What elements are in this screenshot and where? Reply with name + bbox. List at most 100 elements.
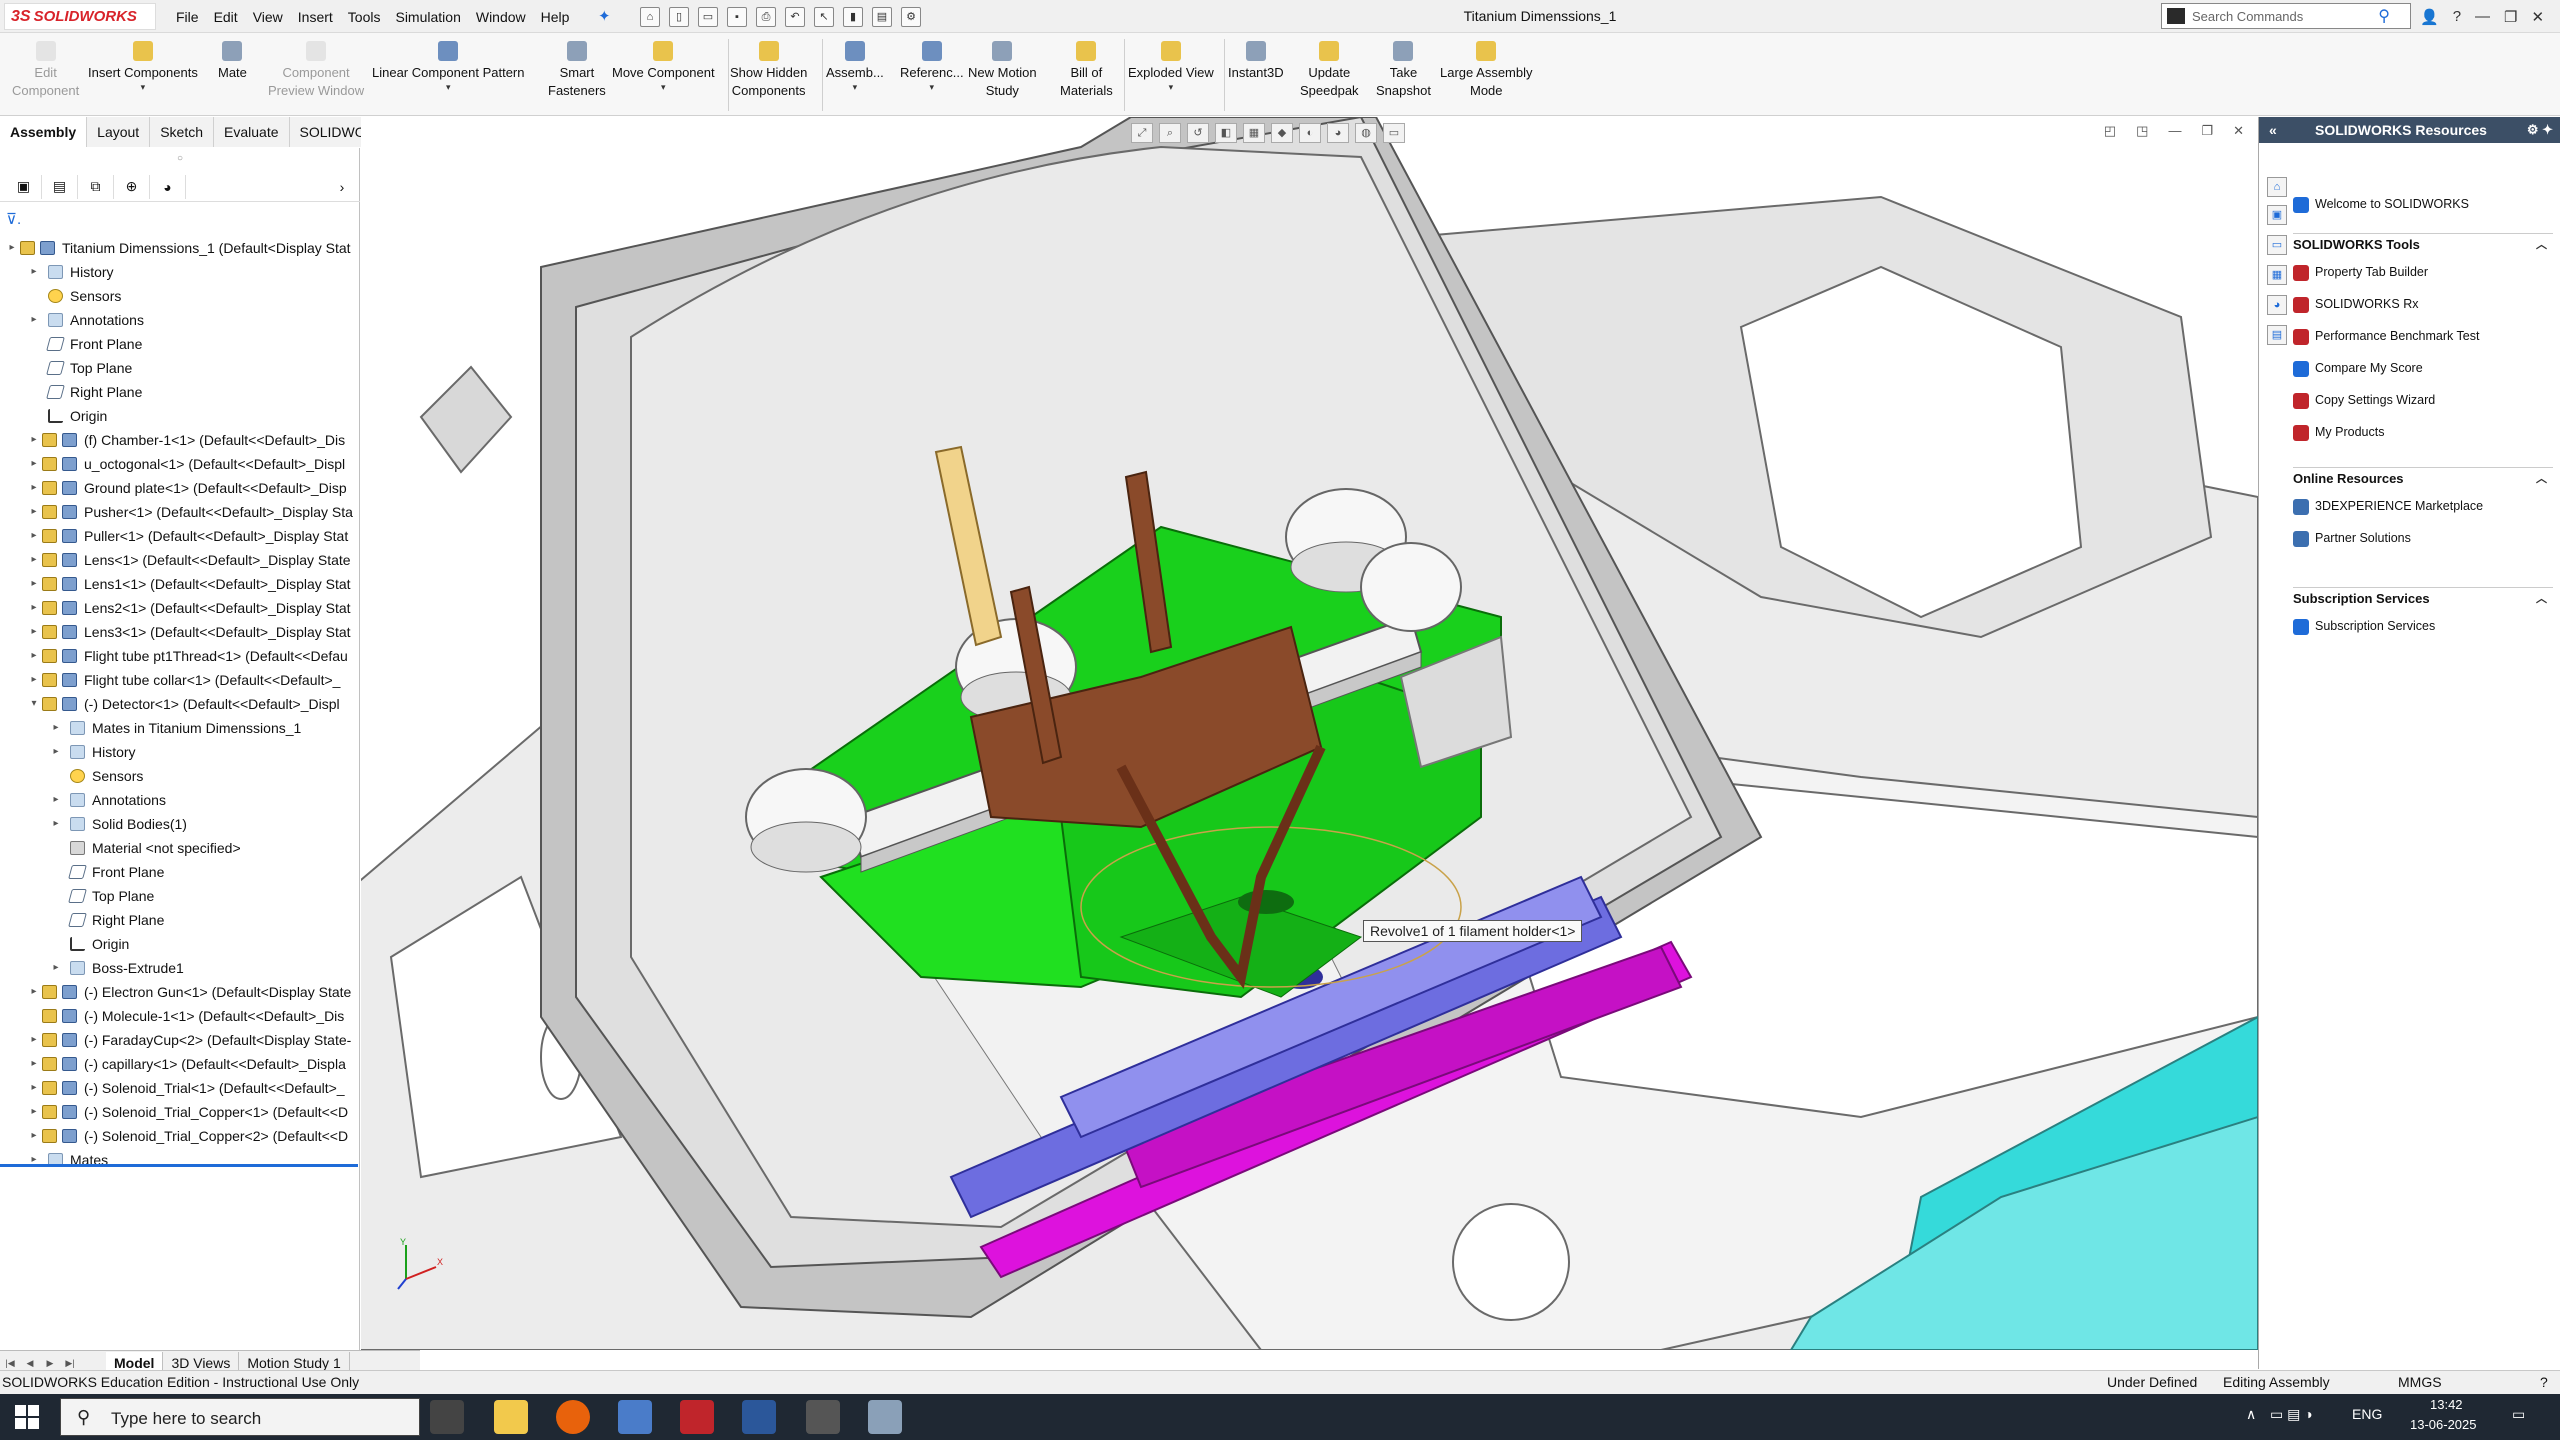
view-orientation-icon[interactable]: ▦	[1243, 123, 1265, 143]
command-button-10[interactable]: New Motion Study	[968, 41, 1037, 100]
tree-row[interactable]: ▸ Mates in Titanium Dimenssions_1	[0, 716, 358, 740]
tree-row[interactable]: Top Plane	[0, 356, 358, 380]
expand-arrow-icon[interactable]: ▸	[50, 956, 62, 980]
tree-row[interactable]: ▸ Pusher<1> (Default<<Default>_Display St…	[0, 500, 358, 524]
resources-section-header[interactable]: Online Resources ︿	[2293, 467, 2553, 489]
calculator-app-icon[interactable]	[618, 1400, 652, 1434]
graphics-area[interactable]: Revolve1 of 1 filament holder<1> ⤢ ⌕ ↺ ◧…	[361, 117, 2258, 1350]
collapse-arrow-icon[interactable]: ▾	[28, 692, 40, 716]
resources-section-header[interactable]: SOLIDWORKS Tools ︿	[2293, 233, 2553, 255]
tree-row[interactable]: ▾ (-) Detector<1> (Default<<Default>_Disp…	[0, 692, 358, 716]
command-button-16[interactable]: Large Assembly Mode	[1440, 41, 1533, 100]
menu-simulation[interactable]: Simulation	[395, 9, 460, 25]
solidworks-app-icon[interactable]	[680, 1400, 714, 1434]
tree-row[interactable]: ▸ Solid Bodies(1)	[0, 812, 358, 836]
menu-view[interactable]: View	[253, 9, 283, 25]
menu-file[interactable]: File	[176, 9, 199, 25]
expand-arrow-icon[interactable]: ▸	[28, 452, 40, 476]
tree-row[interactable]: Top Plane	[0, 884, 358, 908]
tree-row[interactable]: ▸ (-) Electron Gun<1> (Default<Display St…	[0, 980, 358, 1004]
tree-row[interactable]: ▸ (-) capillary<1> (Default<<Default>_Dis…	[0, 1052, 358, 1076]
expand-arrow-icon[interactable]: ▸	[28, 548, 40, 572]
configuration-manager-tab-icon[interactable]: ⧉	[78, 174, 114, 199]
viewport-minimize-icon[interactable]: —	[2168, 123, 2181, 139]
search-icon[interactable]: ⚲	[2378, 6, 2390, 26]
tree-row[interactable]: ▸ Flight tube collar<1> (Default<<Default…	[0, 668, 358, 692]
expand-arrow-icon[interactable]: ▸	[28, 596, 40, 620]
user-icon[interactable]: 👤	[2420, 8, 2439, 26]
expand-arrow-icon[interactable]: ▸	[50, 788, 62, 812]
tree-row[interactable]: (-) Molecule-1<1> (Default<<Default>_Dis	[0, 1004, 358, 1028]
feature-manager-tab-icon[interactable]: ▣	[6, 174, 42, 199]
display-manager-tab-icon[interactable]: ◕	[150, 174, 186, 199]
tree-row[interactable]: ▸ Lens3<1> (Default<<Default>_Display Sta…	[0, 620, 358, 644]
resource-link[interactable]: Performance Benchmark Test	[2293, 325, 2479, 347]
file-explorer-icon[interactable]: ▭	[2267, 235, 2287, 255]
display-style-icon[interactable]: ◆	[1271, 123, 1293, 143]
appearances-icon[interactable]: ◕	[2267, 295, 2287, 315]
chevron-down-icon[interactable]: ▾	[900, 82, 964, 92]
last-tab-icon[interactable]: ▶|	[60, 1354, 80, 1372]
tree-row[interactable]: ▸ Annotations	[0, 788, 358, 812]
model-view[interactable]	[361, 117, 2258, 1350]
collapse-pane-icon[interactable]: «	[2269, 117, 2277, 143]
command-button-0[interactable]: Edit Component	[12, 41, 79, 100]
panel-collapse-handle[interactable]: ○	[0, 148, 360, 170]
unit-system[interactable]: MMGS	[2398, 1374, 2442, 1390]
select-icon[interactable]: ↖	[814, 7, 834, 27]
expand-arrow-icon[interactable]: ▸	[28, 1148, 40, 1172]
command-button-12[interactable]: Exploded View ▾	[1128, 41, 1214, 92]
welcome-link[interactable]: Welcome to SOLIDWORKS	[2293, 193, 2469, 215]
settings-app-icon[interactable]	[806, 1400, 840, 1434]
home-icon[interactable]: ⌂	[640, 7, 660, 27]
expand-arrow-icon[interactable]: ▸	[28, 428, 40, 452]
other-app-icon[interactable]	[868, 1400, 902, 1434]
command-button-3[interactable]: Component Preview Window	[268, 41, 364, 100]
resource-link[interactable]: Copy Settings Wizard	[2293, 389, 2435, 411]
expand-arrow-icon[interactable]: ▸	[28, 260, 40, 284]
chevron-down-icon[interactable]: ▾	[826, 82, 884, 92]
help-icon[interactable]: ?	[2453, 8, 2461, 25]
apply-scene-icon[interactable]: ◍	[1355, 123, 1377, 143]
status-help-icon[interactable]: ?	[2540, 1374, 2548, 1390]
tree-row[interactable]: ▸ (-) FaradayCup<2> (Default<Display Stat…	[0, 1028, 358, 1052]
custom-properties-icon[interactable]: ▤	[2267, 325, 2287, 345]
chevron-down-icon[interactable]: ▾	[1128, 82, 1214, 92]
expand-arrow-icon[interactable]: ▸	[28, 572, 40, 596]
prev-tab-icon[interactable]: ◀	[20, 1354, 40, 1372]
expand-arrow-icon[interactable]: ▸	[28, 1028, 40, 1052]
solidworks-logo[interactable]: 3S SOLIDWORKS	[4, 3, 156, 30]
expand-arrow-icon[interactable]: ▸	[28, 524, 40, 548]
expand-arrow-icon[interactable]: ▸	[28, 980, 40, 1004]
options-gear-icon[interactable]: ⚙	[901, 7, 921, 27]
hide-show-icon[interactable]: ◐	[1299, 123, 1321, 143]
tree-row[interactable]: Material <not specified>	[0, 836, 358, 860]
tree-row[interactable]: ▸ Puller<1> (Default<<Default>_Display St…	[0, 524, 358, 548]
tab-2[interactable]: Sketch	[150, 117, 215, 147]
menu-edit[interactable]: Edit	[214, 9, 238, 25]
first-tab-icon[interactable]: |◀	[0, 1354, 20, 1372]
tray-icons[interactable]: ▭ ▤ ◑	[2270, 1406, 2313, 1423]
edit-appearance-icon[interactable]: ◕	[1327, 123, 1349, 143]
command-button-11[interactable]: Bill of Materials	[1060, 41, 1113, 100]
viewport-tile2-icon[interactable]: ◳	[2136, 123, 2148, 139]
command-button-5[interactable]: Smart Fasteners	[548, 41, 606, 100]
resource-link[interactable]: My Products	[2293, 421, 2384, 443]
resource-link[interactable]: Partner Solutions	[2293, 527, 2411, 549]
tree-row[interactable]: Right Plane	[0, 380, 358, 404]
print-icon[interactable]: ⎙	[756, 7, 776, 27]
resources-home-icon[interactable]: ⌂	[2267, 177, 2287, 197]
expand-arrow-icon[interactable]: ▸	[28, 644, 40, 668]
tree-row[interactable]: ▸ Boss-Extrude1	[0, 956, 358, 980]
pane-options-icon[interactable]: ⚙ ✦	[2527, 117, 2553, 143]
menu-insert[interactable]: Insert	[298, 9, 333, 25]
file-properties-icon[interactable]: ▤	[872, 7, 892, 27]
tree-row[interactable]: ▸ Lens2<1> (Default<<Default>_Display Sta…	[0, 596, 358, 620]
property-manager-tab-icon[interactable]: ▤	[42, 174, 78, 199]
chevron-up-icon[interactable]: ︿	[2536, 588, 2547, 610]
expand-arrow-icon[interactable]: ▸	[6, 236, 18, 260]
resource-link[interactable]: Property Tab Builder	[2293, 261, 2428, 283]
windows-start-icon[interactable]	[14, 1404, 40, 1430]
tree-row[interactable]: ▸ Flight tube pt1Thread<1> (Default<<Defa…	[0, 644, 358, 668]
command-button-15[interactable]: Take Snapshot	[1376, 41, 1431, 100]
